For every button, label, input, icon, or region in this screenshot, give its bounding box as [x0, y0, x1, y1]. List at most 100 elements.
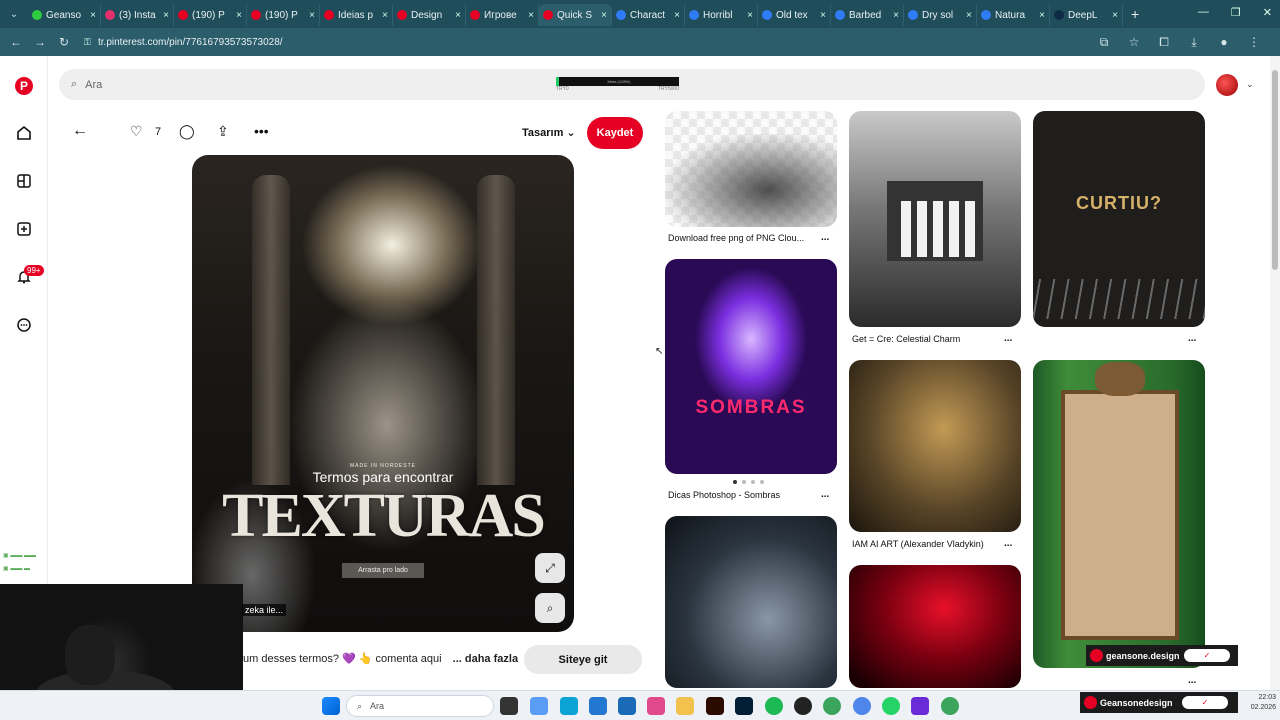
heart-icon[interactable]: ♡ — [130, 123, 143, 140]
close-window-icon[interactable]: ✕ — [1263, 6, 1272, 19]
browser-tab[interactable]: (190) P × — [174, 4, 247, 26]
site-info-icon[interactable]: ⚿ — [84, 37, 91, 48]
explore-icon[interactable] — [14, 171, 34, 191]
read-more-link[interactable]: ... daha fazla — [453, 653, 518, 665]
page-scrollbar[interactable] — [1270, 56, 1280, 690]
whatsapp-icon[interactable] — [882, 697, 900, 715]
profile-icon[interactable]: ● — [1209, 35, 1239, 49]
edge-icon[interactable] — [560, 697, 578, 715]
browser-tab[interactable]: Quick S × — [539, 4, 612, 26]
pin-more-icon[interactable]: ... — [821, 232, 829, 243]
bookmark-star-icon[interactable]: ☆ — [1119, 35, 1149, 49]
chrome-alt-icon[interactable] — [941, 697, 959, 715]
comment-icon[interactable]: ◯ — [179, 123, 195, 140]
tab-menu-button[interactable]: ⌄ — [0, 0, 28, 28]
pin-caption[interactable]: Download free png of PNG Clou... — [668, 233, 804, 243]
restore-icon[interactable]: ❐ — [1231, 6, 1241, 19]
tab-close-icon[interactable]: × — [309, 10, 315, 21]
share-icon[interactable]: ⇪ — [217, 123, 229, 140]
pin-caption[interactable]: Get = Cre: Celestial Charm — [852, 334, 960, 344]
taskbar-search[interactable]: ⌕ Ara — [346, 695, 494, 717]
board-selector[interactable]: Tasarım ⌄ — [522, 126, 576, 139]
tab-close-icon[interactable]: × — [236, 10, 242, 21]
tab-close-icon[interactable]: × — [674, 10, 680, 21]
tab-close-icon[interactable]: × — [528, 10, 534, 21]
tab-close-icon[interactable]: × — [601, 10, 607, 21]
more-options-icon[interactable]: ••• — [254, 123, 269, 139]
instagram-icon[interactable] — [647, 697, 665, 715]
tab-close-icon[interactable]: × — [747, 10, 753, 21]
pin-card-curtiu[interactable]: CURTIU? — [1033, 111, 1205, 327]
browser-tab[interactable]: Natura × — [977, 4, 1050, 26]
chrome-icon[interactable] — [823, 697, 841, 715]
tab-close-icon[interactable]: × — [893, 10, 899, 21]
tab-close-icon[interactable]: × — [382, 10, 388, 21]
expand-icon[interactable]: ⤢ — [535, 553, 565, 583]
pin-caption[interactable]: Dicas Photoshop - Sombras — [668, 490, 780, 500]
pinterest-logo-icon[interactable]: P — [14, 76, 34, 96]
spotify-icon[interactable] — [765, 697, 783, 715]
photoshop-icon[interactable] — [735, 697, 753, 715]
save-button[interactable]: Kaydet — [587, 117, 643, 149]
new-tab-button[interactable]: + — [1123, 6, 1147, 22]
pin-card-temple[interactable] — [849, 111, 1021, 327]
avatar[interactable] — [1216, 74, 1238, 96]
store-icon[interactable] — [589, 697, 607, 715]
tab-close-icon[interactable]: × — [1039, 10, 1045, 21]
account-chevron-down-icon[interactable]: ⌄ — [1246, 79, 1254, 90]
pin-more-icon[interactable]: ... — [1188, 675, 1196, 686]
pin-card-scroll[interactable] — [1033, 360, 1205, 668]
tab-close-icon[interactable]: × — [966, 10, 972, 21]
pin-more-icon[interactable]: ... — [1004, 333, 1012, 344]
pin-more-icon[interactable]: ... — [1188, 333, 1196, 344]
browser-tab[interactable]: DeepL × — [1050, 4, 1123, 26]
pin-caption[interactable]: IAM AI ART (Alexander Vladykin) — [852, 539, 984, 549]
pin-card-sombras[interactable]: SOMBRAS — [665, 259, 837, 474]
pin-more-icon[interactable]: ... — [1004, 538, 1012, 549]
browser-tab[interactable]: Dry sol × — [904, 4, 977, 26]
minimize-icon[interactable]: — — [1198, 6, 1209, 19]
browser-tab[interactable]: Design × — [393, 4, 466, 26]
url-field[interactable]: ⚿ tr.pinterest.com/pin/77616793573573028… — [84, 31, 1089, 53]
browser-tab[interactable]: Old tex × — [758, 4, 831, 26]
home-icon[interactable] — [14, 123, 34, 143]
create-icon[interactable] — [14, 219, 34, 239]
visual-search-icon[interactable]: ⌕ — [535, 593, 565, 623]
file-explorer-icon[interactable] — [676, 697, 694, 715]
pin-image[interactable]: MADE IN NORDESTE Termos para encontrar T… — [192, 155, 574, 632]
pin-card-red[interactable] — [849, 565, 1021, 688]
obs-icon[interactable] — [794, 697, 812, 715]
outlook-icon[interactable] — [618, 697, 636, 715]
copilot-icon[interactable] — [530, 697, 548, 715]
browser-tab[interactable]: Charact × — [612, 4, 685, 26]
visit-site-button[interactable]: Siteye git — [524, 645, 642, 674]
browser-tab[interactable]: (3) Insta × — [101, 4, 174, 26]
tab-close-icon[interactable]: × — [163, 10, 169, 21]
browser-tab[interactable]: Ideias p × — [320, 4, 393, 26]
browser-tab[interactable]: Horribl × — [685, 4, 758, 26]
back-arrow-icon[interactable]: ← — [72, 122, 88, 140]
back-icon[interactable]: ← — [4, 35, 28, 49]
task-view-icon[interactable] — [500, 697, 518, 715]
pin-card-dark-texture[interactable] — [665, 516, 837, 688]
scrollbar-thumb[interactable] — [1272, 70, 1278, 270]
tab-close-icon[interactable]: × — [90, 10, 96, 21]
chrome-profile-icon[interactable] — [853, 697, 871, 715]
extensions-icon[interactable]: ⧠ — [1149, 35, 1179, 50]
browser-tab[interactable]: Игрове × — [466, 4, 539, 26]
browser-tab[interactable]: Barbed × — [831, 4, 904, 26]
browser-tab[interactable]: Geanso × — [28, 4, 101, 26]
illustrator-icon[interactable] — [706, 697, 724, 715]
windows-start-icon[interactable] — [322, 697, 340, 715]
pin-card-clouds[interactable] — [665, 111, 837, 227]
messages-icon[interactable] — [14, 315, 34, 335]
forward-icon[interactable]: → — [28, 35, 52, 49]
browser-menu-icon[interactable]: ⋮ — [1239, 35, 1269, 49]
pin-more-icon[interactable]: ... — [821, 489, 829, 500]
reload-icon[interactable]: ↻ — [52, 35, 76, 49]
downloads-icon[interactable]: ⤓ — [1179, 35, 1209, 50]
app-b-icon[interactable] — [911, 697, 929, 715]
browser-tab[interactable]: (190) P × — [247, 4, 320, 26]
tab-close-icon[interactable]: × — [455, 10, 461, 21]
pin-card-stage[interactable] — [849, 360, 1021, 532]
